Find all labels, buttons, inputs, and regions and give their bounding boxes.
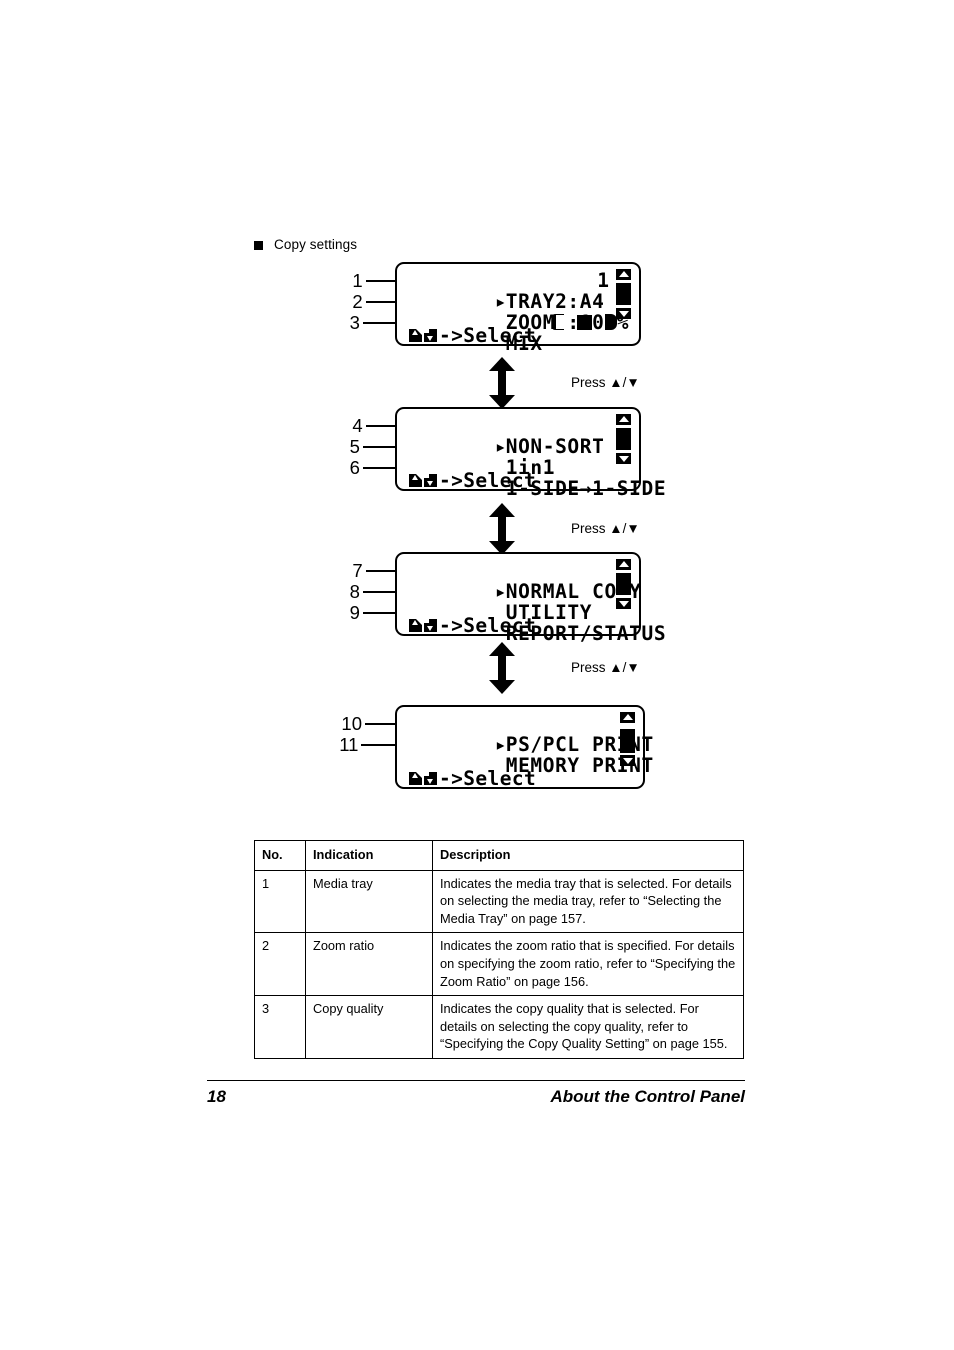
cell-description: Indicates the zoom ratio that is specifi… [432, 932, 744, 997]
lcd-select-hint: ->Select [409, 768, 536, 789]
callout-8: 8 [347, 581, 395, 602]
table-row: 1 Media tray Indicates the media tray th… [254, 869, 744, 934]
scroll-down-arrow-icon[interactable] [620, 755, 635, 766]
column-header-indication: Indication [305, 840, 433, 871]
lcd-screen-copy-settings[interactable]: ▸TRAY2:A4 ZOOM :100% MIX 1 ->Select [395, 262, 641, 354]
lcd-select-hint: ->Select [409, 615, 536, 636]
filled-square-bullet-icon [254, 240, 263, 250]
callout-4: 4 [347, 415, 395, 436]
up-key-icon [409, 772, 422, 785]
up-key-icon [409, 474, 422, 487]
transition-3: Press ▲/▼ [489, 642, 640, 694]
copy-count-value: 1 [597, 269, 609, 292]
transition-1: Press ▲/▼ [489, 357, 640, 409]
cell-indication: Copy quality [305, 995, 433, 1059]
scroll-up-arrow-icon[interactable] [616, 559, 631, 570]
lcd-scrollbar[interactable] [620, 712, 635, 766]
cell-no: 3 [254, 995, 306, 1059]
up-down-arrow-icon [489, 642, 515, 694]
cell-description: Indicates the copy quality that is selec… [432, 995, 744, 1059]
callout-6: 6 [347, 457, 395, 478]
transition-2: Press ▲/▼ [489, 503, 640, 555]
leader-line [361, 743, 396, 746]
legend-table-wrapper: No. Indication Description 1 Media tray … [254, 840, 744, 1059]
down-key-icon [424, 619, 437, 632]
callout-2: 2 [347, 291, 395, 312]
section-heading: Copy settings [254, 236, 357, 254]
callout-10: 10 [336, 713, 396, 734]
column-header-description: Description [432, 840, 744, 871]
leader-line [362, 466, 395, 469]
table-header-row: No. Indication Description [254, 840, 744, 871]
copy-quality-indicator [552, 314, 617, 330]
lcd-scrollbar[interactable] [616, 414, 631, 464]
lcd-scrollbar[interactable] [616, 269, 631, 319]
callout-9: 9 [347, 602, 395, 623]
leader-line [365, 569, 395, 572]
lcd-screen-finishing-settings[interactable]: ▸NON-SORT 1in1 1-SIDE→1-SIDE ->Select [395, 407, 666, 499]
cell-indication: Media tray [305, 869, 433, 934]
down-key-icon [424, 474, 437, 487]
scroll-up-arrow-icon[interactable] [616, 269, 631, 280]
cell-no: 2 [254, 932, 306, 997]
down-key-icon [424, 772, 437, 785]
press-instruction-label: Press ▲/▼ [571, 375, 640, 390]
callout-5: 5 [347, 436, 395, 457]
page-number: 18 [207, 1087, 226, 1106]
leader-line [362, 445, 395, 448]
lcd-screen-print-menu[interactable]: ▸PS/PCL PRINT MEMORY PRINT ->Select [395, 705, 653, 789]
leader-line [365, 424, 395, 427]
contrast-light-icon [552, 314, 564, 330]
legend-table: No. Indication Description 1 Media tray … [254, 840, 744, 1059]
scrollbar-thumb[interactable] [620, 729, 635, 753]
callout-7: 7 [347, 560, 395, 581]
scroll-down-arrow-icon[interactable] [616, 598, 631, 609]
up-down-arrow-icon [489, 503, 515, 555]
page-footer: 18 About the Control Panel [207, 1085, 745, 1109]
table-row: 2 Zoom ratio Indicates the zoom ratio th… [254, 932, 744, 997]
scroll-down-arrow-icon[interactable] [616, 308, 631, 319]
press-instruction-label: Press ▲/▼ [571, 521, 640, 536]
scroll-up-arrow-icon[interactable] [620, 712, 635, 723]
down-key-icon [424, 329, 437, 342]
scroll-down-arrow-icon[interactable] [616, 453, 631, 464]
column-header-no: No. [254, 840, 306, 871]
up-key-icon [409, 329, 422, 342]
lcd-select-hint: ->Select [409, 325, 536, 346]
callout-1: 1 [347, 270, 395, 291]
cell-no: 1 [254, 869, 306, 934]
leader-line [362, 611, 395, 614]
filled-square-icon [577, 314, 592, 330]
callout-11: 11 [336, 734, 396, 755]
cell-description: Indicates the media tray that is selecte… [432, 869, 744, 934]
footer-title: About the Control Panel [550, 1087, 745, 1106]
up-down-arrow-icon [489, 357, 515, 409]
table-row: 3 Copy quality Indicates the copy qualit… [254, 995, 744, 1059]
up-key-icon [409, 619, 422, 632]
lcd-scrollbar[interactable] [616, 559, 631, 609]
cell-indication: Zoom ratio [305, 932, 433, 997]
lcd-screen-main-menu[interactable]: ▸NORMAL COPY UTILITY REPORT/STATUS ->Sel… [395, 552, 666, 644]
lcd-select-hint: ->Select [409, 470, 536, 491]
press-instruction-label: Press ▲/▼ [571, 660, 640, 675]
section-heading-label: Copy settings [274, 237, 358, 252]
scrollbar-thumb[interactable] [616, 573, 631, 595]
callout-3: 3 [347, 312, 395, 333]
scrollbar-thumb[interactable] [616, 283, 631, 305]
leader-line [365, 722, 395, 725]
leader-line [362, 321, 395, 324]
leader-line [362, 590, 395, 593]
footer-divider [207, 1080, 745, 1082]
scroll-up-arrow-icon[interactable] [616, 414, 631, 425]
leader-line [365, 300, 395, 303]
leader-line [365, 279, 395, 282]
scrollbar-thumb[interactable] [616, 428, 631, 450]
